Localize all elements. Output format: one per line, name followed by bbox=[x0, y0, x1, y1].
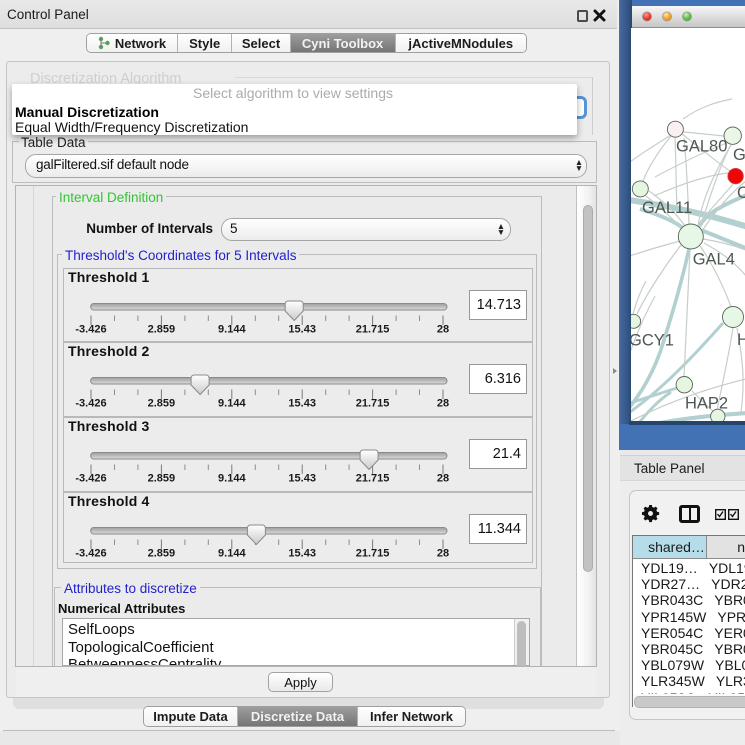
svg-text:15.43: 15.43 bbox=[288, 548, 316, 560]
svg-text:HAP2: HAP2 bbox=[685, 395, 728, 413]
svg-text:GCY1: GCY1 bbox=[631, 332, 674, 350]
svg-text:C: C bbox=[737, 184, 745, 202]
svg-text:2.859: 2.859 bbox=[148, 473, 176, 485]
svg-text:-3.426: -3.426 bbox=[75, 324, 106, 336]
svg-text:28: 28 bbox=[437, 324, 449, 336]
svg-text:9.144: 9.144 bbox=[218, 324, 246, 336]
svg-text:-3.426: -3.426 bbox=[75, 548, 106, 560]
svg-text:2.859: 2.859 bbox=[148, 548, 176, 560]
svg-text:21.715: 21.715 bbox=[356, 473, 390, 485]
svg-text:2.859: 2.859 bbox=[148, 324, 176, 336]
svg-text:-3.426: -3.426 bbox=[75, 398, 106, 410]
svg-text:GAL4: GAL4 bbox=[693, 251, 735, 269]
svg-text:GAL11: GAL11 bbox=[642, 199, 692, 217]
svg-text:28: 28 bbox=[437, 548, 449, 560]
svg-text:15.43: 15.43 bbox=[288, 473, 316, 485]
svg-text:G.: G. bbox=[733, 146, 745, 164]
svg-text:21.715: 21.715 bbox=[356, 398, 390, 410]
svg-text:-3.426: -3.426 bbox=[75, 473, 106, 485]
svg-text:9.144: 9.144 bbox=[218, 548, 246, 560]
svg-text:9.144: 9.144 bbox=[218, 473, 246, 485]
svg-text:2.859: 2.859 bbox=[148, 398, 176, 410]
svg-text:9.144: 9.144 bbox=[218, 398, 246, 410]
svg-text:GAL80: GAL80 bbox=[676, 138, 727, 156]
svg-text:21.715: 21.715 bbox=[356, 324, 390, 336]
svg-text:15.43: 15.43 bbox=[288, 398, 316, 410]
svg-text:15.43: 15.43 bbox=[288, 324, 316, 336]
svg-text:21.715: 21.715 bbox=[356, 548, 390, 560]
svg-text:28: 28 bbox=[437, 473, 449, 485]
svg-text:H: H bbox=[737, 331, 745, 349]
svg-text:28: 28 bbox=[437, 398, 449, 410]
